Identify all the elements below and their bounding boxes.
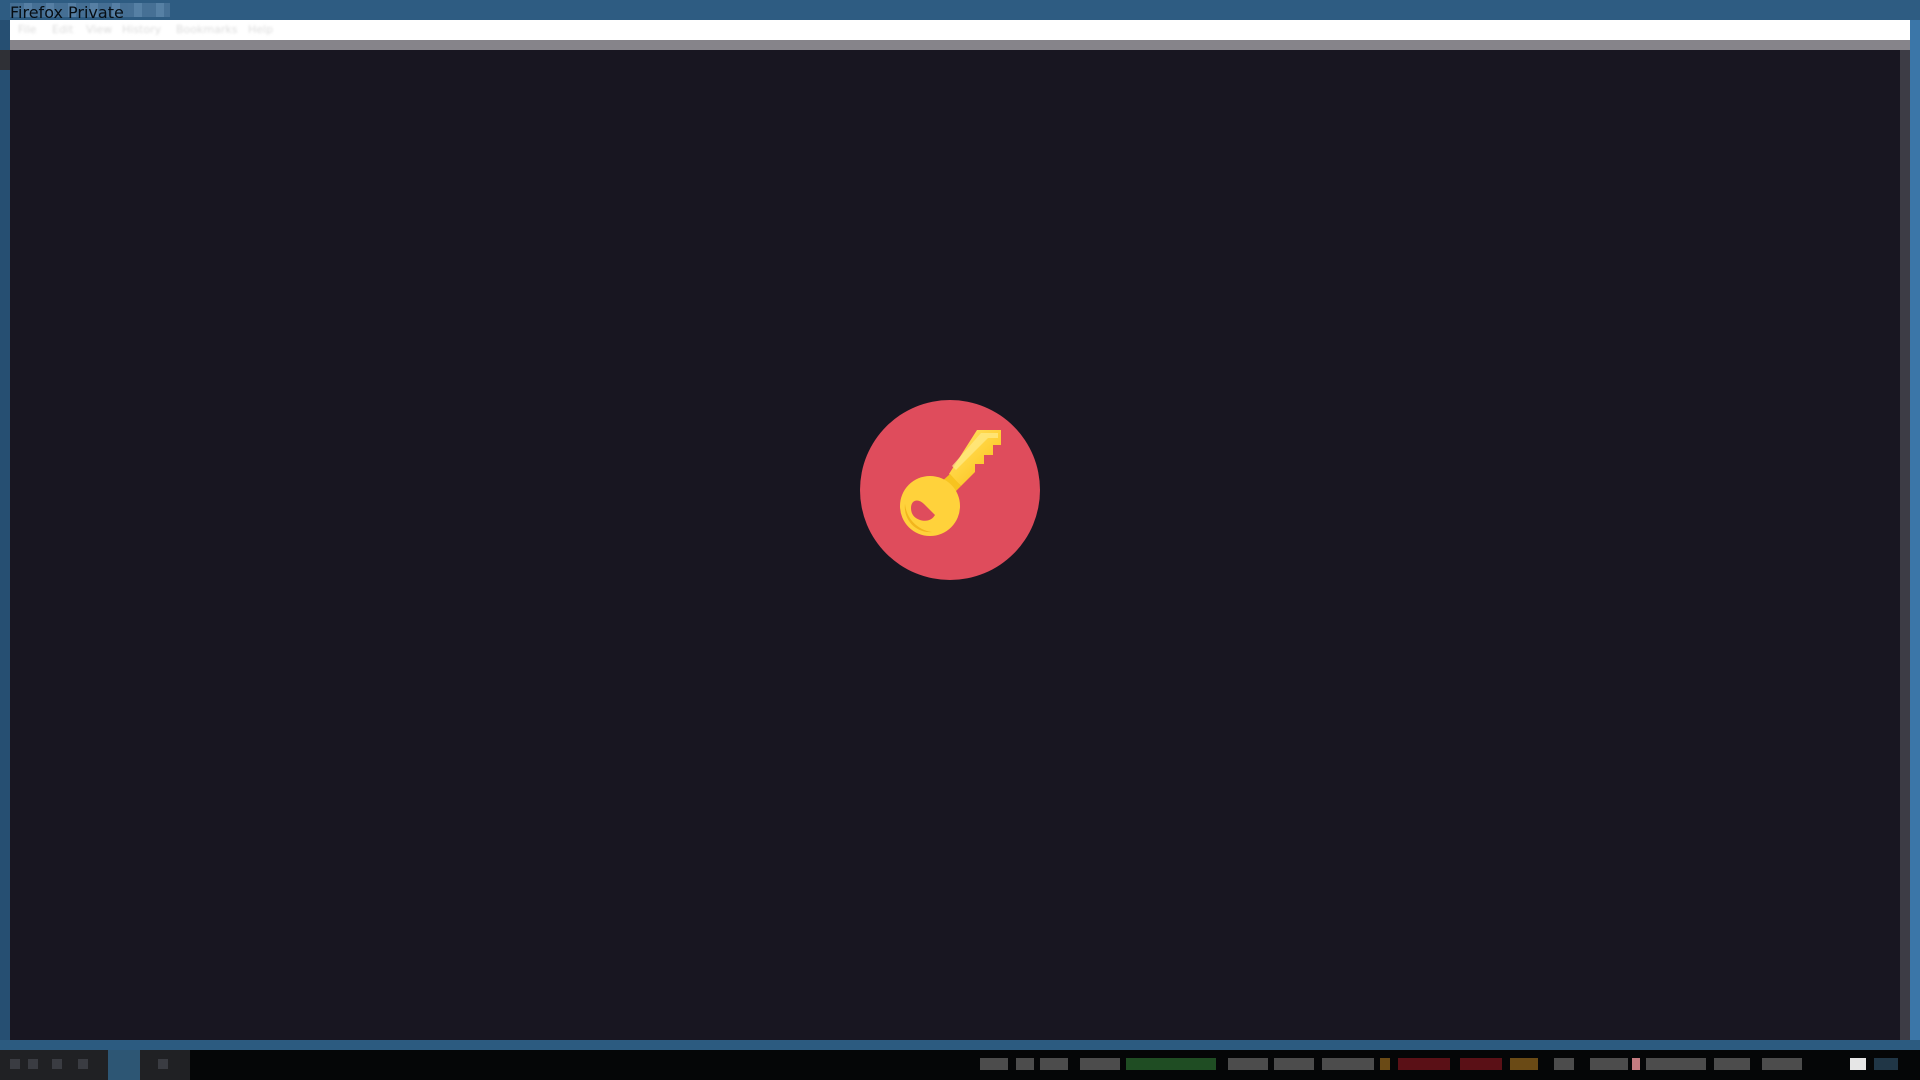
tray-red-indicator	[1460, 1058, 1502, 1070]
menu-item-help[interactable]: Help	[248, 24, 273, 36]
vertical-scrollbar[interactable]	[1900, 50, 1910, 1040]
taskbar-item-3[interactable]	[52, 1059, 62, 1069]
taskbar-item-2[interactable]	[28, 1059, 38, 1069]
tray-indicator	[1080, 1058, 1120, 1070]
tray-indicator	[1040, 1058, 1068, 1070]
tray-green-indicator	[1126, 1058, 1216, 1070]
tray-indicator	[1322, 1058, 1374, 1070]
tray-indicator	[1714, 1058, 1750, 1070]
taskbar[interactable]	[0, 1050, 1920, 1080]
menu-item-file[interactable]: File	[18, 24, 36, 36]
taskbar-item-4[interactable]	[78, 1059, 88, 1069]
desktop: Firefox Private Browsing File Edit View …	[0, 0, 1920, 1080]
menu-bar[interactable]: File Edit View History Bookmarks Help	[10, 20, 1910, 40]
tray-clock[interactable]	[1850, 1058, 1866, 1070]
desktop-strip	[0, 1040, 1920, 1050]
tray-indicator	[1762, 1058, 1802, 1070]
menu-item-history[interactable]: History	[122, 24, 161, 36]
tray-indicator	[1228, 1058, 1268, 1070]
system-tray[interactable]	[980, 1058, 1910, 1072]
tray-indicator	[1874, 1058, 1898, 1070]
menu-separator	[10, 40, 1910, 50]
tray-indicator	[1554, 1058, 1574, 1070]
tray-pink-indicator	[1632, 1058, 1640, 1070]
taskbar-item-5[interactable]	[158, 1059, 168, 1069]
window-title: Firefox Private Browsing	[10, 3, 170, 41]
tray-indicator	[1016, 1058, 1034, 1070]
tray-orange-indicator	[1380, 1058, 1390, 1070]
window-title-bar: Firefox Private Browsing	[0, 0, 1920, 41]
taskbar-item-1[interactable]	[10, 1059, 20, 1069]
tray-indicator	[1274, 1058, 1314, 1070]
window-right-border	[1910, 20, 1920, 1040]
tray-indicator	[1646, 1058, 1706, 1070]
taskbar-workspaces[interactable]	[0, 1050, 190, 1080]
menu-item-view[interactable]: View	[86, 24, 112, 36]
tray-orange-indicator	[1510, 1058, 1538, 1070]
tray-red-indicator	[1398, 1058, 1450, 1070]
menu-item-edit[interactable]: Edit	[52, 24, 73, 36]
tray-indicator	[1590, 1058, 1628, 1070]
active-workspace[interactable]	[108, 1050, 140, 1080]
key-icon	[900, 430, 1001, 536]
menu-item-bookmarks[interactable]: Bookmarks	[176, 24, 237, 36]
tray-indicator	[980, 1058, 1008, 1070]
private-key-badge	[860, 400, 1040, 580]
window-left-border	[0, 20, 10, 1040]
